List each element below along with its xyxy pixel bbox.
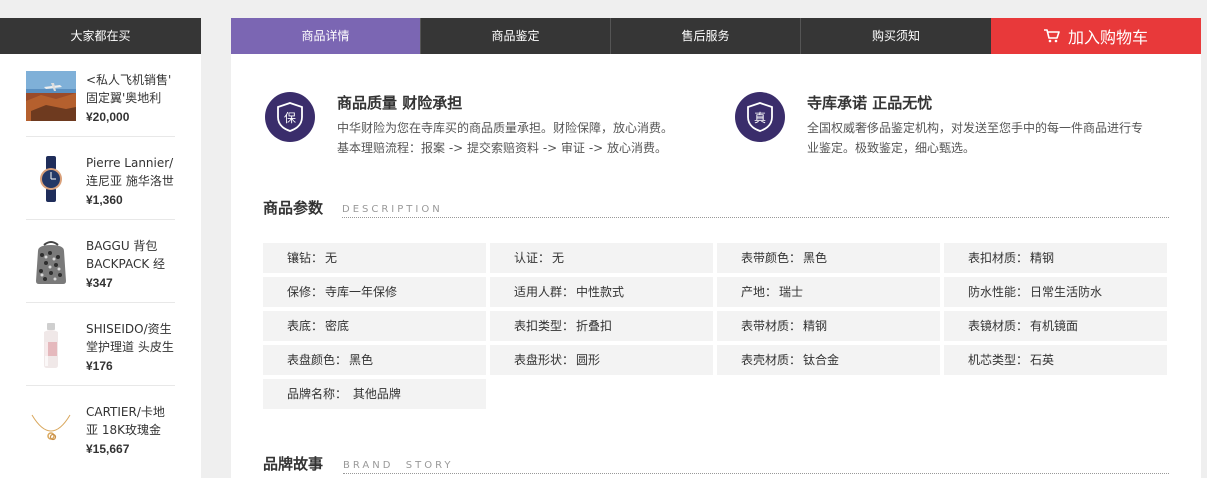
param-row: 品牌名称： 其他品牌 — [263, 379, 1169, 409]
recommend-item-price: ¥15,667 — [86, 442, 130, 456]
param-cell: 镶钻：无 — [263, 243, 486, 273]
divider — [343, 473, 1169, 474]
shampoo-bottle-icon[interactable] — [26, 320, 76, 370]
param-row: 表底： 密底 表扣类型： 折叠扣 表带材质： 精钢 表镜材质： 有机镜面 — [263, 311, 1169, 341]
add-to-cart-button[interactable]: 加入购物车 — [991, 18, 1201, 54]
recommend-item-name[interactable]: <私人飞机销售' 固定翼'奥地利 — [86, 71, 175, 107]
backpack-icon[interactable] — [26, 237, 76, 287]
param-cell: 表镜材质： 有机镜面 — [944, 311, 1167, 341]
recommend-sidebar: 大家都在买 <私人飞机销售' 固定翼'奥地利 ¥20,000 Pierre La… — [0, 18, 201, 478]
tab-product-details[interactable]: 商品详情 — [231, 18, 421, 54]
promise-desc: 中华财险为您在寺库买的商品质量承担。财险保障，放心消费。 基本理赔流程：报案 -… — [337, 121, 674, 155]
promise-quality: 保 商品质量 财险承担 中华财险为您在寺库买的商品质量承担。财险保障，放心消费。… — [265, 92, 677, 158]
param-cell: 表底： 密底 — [263, 311, 486, 341]
recommend-item-name[interactable]: BAGGU 背包 BACKPACK 经典 — [86, 237, 175, 273]
service-promises: 保 商品质量 财险承担 中华财险为您在寺库买的商品质量承担。财险保障，放心消费。… — [265, 92, 1175, 162]
recommend-item-price: ¥1,360 — [86, 193, 123, 207]
recommend-item-name[interactable]: SHISEIDO/资生堂护理道 头皮生 — [86, 320, 175, 356]
param-row: 镶钻：无 认证：无 表带颜色： 黑色 表扣材质： 精钢 — [263, 243, 1169, 273]
param-cell: 表带材质： 精钢 — [717, 311, 940, 341]
param-cell: 表扣类型： 折叠扣 — [490, 311, 713, 341]
recommend-item-name[interactable]: Pierre Lannier/连尼亚 施华洛世奇 — [86, 154, 175, 190]
param-cell: 表带颜色： 黑色 — [717, 243, 940, 273]
tab-authentication[interactable]: 商品鉴定 — [421, 18, 611, 54]
param-cell: 品牌名称： 其他品牌 — [263, 379, 486, 409]
param-cell: 表盘形状： 圆形 — [490, 345, 713, 375]
params-section-header: 商品参数 DESCRIPTION — [263, 194, 1169, 224]
brand-section-header: 品牌故事 BRAND STORY — [263, 450, 1169, 478]
brand-subtitle: BRAND STORY — [343, 460, 454, 471]
params-grid: 镶钻：无 认证：无 表带颜色： 黑色 表扣材质： 精钢 保修： 寺库一年保修 适用人群… — [263, 243, 1169, 413]
param-cell: 认证：无 — [490, 243, 713, 273]
shield-badge-icon: 真 — [735, 92, 785, 142]
param-cell: 表盘颜色： 黑色 — [263, 345, 486, 375]
recommend-item-price: ¥347 — [86, 276, 113, 290]
watch-icon[interactable] — [26, 154, 76, 204]
product-detail-panel: 商品详情 商品鉴定 售后服务 购买须知 加入购物车 保 商品质量 财险承担 中华… — [231, 18, 1201, 478]
recommend-item-name[interactable]: CARTIER/卡地亚 18K玫瑰金LOVE — [86, 403, 175, 439]
sidebar-title: 大家都在买 — [0, 18, 201, 54]
recommend-item[interactable]: <私人飞机销售' 固定翼'奥地利 ¥20,000 — [26, 54, 175, 137]
param-cell: 产地： 瑞士 — [717, 277, 940, 307]
recommend-item-price: ¥20,000 — [86, 110, 130, 124]
promise-title: 商品质量 财险承担 — [337, 94, 463, 112]
recommend-item[interactable]: Pierre Lannier/连尼亚 施华洛世奇 ¥1,360 — [26, 137, 175, 220]
recommend-item[interactable]: BAGGU 背包 BACKPACK 经典 ¥347 — [26, 220, 175, 303]
param-row: 表盘颜色： 黑色 表盘形状： 圆形 表壳材质： 钛合金 机芯类型： 石英 — [263, 345, 1169, 375]
tab-purchase-notes[interactable]: 购买须知 — [801, 18, 991, 54]
brand-title: 品牌故事 — [263, 455, 324, 473]
cart-icon — [1043, 29, 1060, 43]
recommend-item[interactable]: SHISEIDO/资生堂护理道 头皮生 ¥176 — [26, 303, 175, 386]
recommend-list: <私人飞机销售' 固定翼'奥地利 ¥20,000 Pierre Lannier/… — [0, 54, 201, 469]
param-cell: 适用人群： 中性款式 — [490, 277, 713, 307]
promise-desc: 全国权威奢侈品鉴定机构，对发送至您手中的每一件商品进行专业鉴定。极致鉴定，细心甄… — [807, 121, 1144, 155]
param-cell: 表扣材质： 精钢 — [944, 243, 1167, 273]
recommend-item-price: ¥176 — [86, 359, 113, 373]
promise-title: 寺库承诺 正品无忧 — [807, 94, 933, 112]
necklace-icon[interactable] — [26, 403, 76, 453]
params-subtitle: DESCRIPTION — [342, 204, 443, 215]
recommend-item[interactable]: CARTIER/卡地亚 18K玫瑰金LOVE ¥15,667 — [26, 386, 175, 469]
divider — [342, 217, 1169, 218]
detail-tabs: 商品详情 商品鉴定 售后服务 购买须知 加入购物车 — [231, 18, 1201, 54]
params-title: 商品参数 — [263, 199, 324, 217]
param-row: 保修： 寺库一年保修 适用人群： 中性款式 产地： 瑞士 防水性能： 日常生活防水 — [263, 277, 1169, 307]
param-cell: 表壳材质： 钛合金 — [717, 345, 940, 375]
promise-authentic: 真 寺库承诺 正品无忧 全国权威奢侈品鉴定机构，对发送至您手中的每一件商品进行专… — [735, 92, 1147, 158]
badge-char: 保 — [284, 111, 296, 125]
param-cell: 防水性能： 日常生活防水 — [944, 277, 1167, 307]
param-cell: 保修： 寺库一年保修 — [263, 277, 486, 307]
param-cell: 机芯类型： 石英 — [944, 345, 1167, 375]
tab-after-sales[interactable]: 售后服务 — [611, 18, 801, 54]
add-to-cart-label: 加入购物车 — [1067, 28, 1148, 47]
shield-badge-icon: 保 — [265, 92, 315, 142]
airplane-photo-icon[interactable] — [26, 71, 76, 121]
badge-char: 真 — [754, 111, 766, 125]
